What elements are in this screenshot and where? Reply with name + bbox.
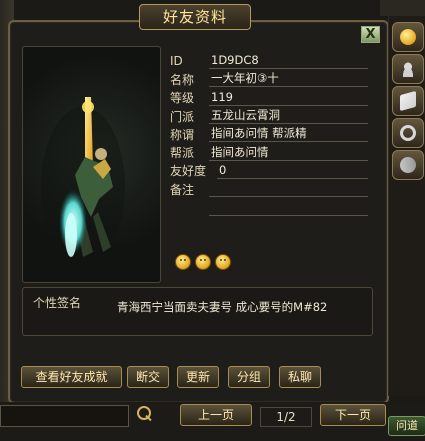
field-row-level: 等级 119: [170, 89, 368, 107]
signature-box: 个性签名 青海西宁当面卖夫妻号 成心要号的M#82: [22, 287, 373, 336]
field-value-level: 119: [209, 90, 368, 106]
signature-text: 青海西宁当面卖夫妻号 成心要号的M#82: [117, 300, 328, 314]
field-value-friendship: 0: [217, 163, 368, 179]
sidebar-button-contacts[interactable]: [392, 54, 424, 84]
field-row-sect: 门派 五龙山云霄洞: [170, 107, 368, 125]
field-value-title: 指间あ问情 帮派精: [209, 126, 368, 143]
field-row-title: 称谓 指间あ问情 帮派精: [170, 125, 368, 143]
sidebar-button-bell[interactable]: [392, 118, 424, 148]
note-extra-line[interactable]: [209, 200, 368, 216]
field-row-name: 名称 一大年初③十: [170, 70, 368, 88]
smiley-icon: [175, 254, 191, 270]
field-label: 备注: [170, 182, 195, 197]
next-page-button[interactable]: 下一页: [320, 404, 386, 426]
field-value-id: 1D9DC8: [209, 53, 368, 70]
search-icon[interactable]: [135, 405, 155, 425]
footer-tab[interactable]: 问道: [388, 416, 425, 436]
field-label: 称谓: [170, 127, 195, 142]
field-value-sect: 五龙山云霄洞: [209, 108, 368, 125]
field-value-note[interactable]: [209, 181, 368, 198]
character-portrait: [22, 46, 161, 283]
sidebar-button-feather[interactable]: [392, 150, 424, 180]
bell-icon: [400, 125, 416, 141]
break-off-button[interactable]: 断交: [127, 366, 169, 388]
field-row-note: 备注: [170, 180, 368, 198]
sidebar-button-friends[interactable]: [392, 22, 424, 52]
field-row-id: ID 1D9DC8: [170, 52, 368, 70]
private-chat-button[interactable]: 私聊: [279, 366, 321, 388]
rating-icons: [175, 254, 231, 270]
close-button[interactable]: X: [361, 26, 380, 43]
field-label: 门派: [170, 109, 195, 124]
field-label: 友好度: [170, 164, 207, 179]
profile-fields: ID 1D9DC8 名称 一大年初③十 等级 119 门派 五龙山云霄洞 称谓 …: [170, 52, 368, 217]
field-label: 名称: [170, 72, 195, 87]
top-right-frame: [380, 0, 425, 16]
signature-label: 个性签名: [33, 296, 82, 310]
page-indicator: 1/2: [260, 407, 312, 427]
field-label: ID: [170, 54, 183, 69]
feather-icon: [396, 153, 420, 177]
smiley-icon: [215, 254, 231, 270]
field-label: 等级: [170, 91, 195, 106]
field-row-friendship: 友好度 0: [170, 162, 368, 180]
warrior-figure-icon: [41, 97, 125, 267]
window-title: 好友资料: [139, 4, 251, 30]
field-value-name: 一大年初③十: [209, 71, 368, 88]
field-value-guild: 指间あ问情: [209, 145, 368, 161]
field-label: 帮派: [170, 146, 195, 161]
group-button[interactable]: 分组: [228, 366, 270, 388]
smiley-icon: [195, 254, 211, 270]
update-button[interactable]: 更新: [177, 366, 219, 388]
view-friend-achievement-button[interactable]: 查看好友成就: [21, 366, 122, 388]
search-input[interactable]: [0, 405, 129, 427]
note-extra-line: [170, 198, 368, 216]
contacts-icon: [400, 61, 416, 77]
field-row-guild: 帮派 指间あ问情: [170, 143, 368, 161]
prev-page-button[interactable]: 上一页: [180, 404, 252, 426]
smiley-icon: [400, 29, 416, 45]
right-sidebar: [388, 16, 425, 396]
sidebar-button-book[interactable]: [392, 86, 424, 116]
book-icon: [400, 90, 416, 112]
